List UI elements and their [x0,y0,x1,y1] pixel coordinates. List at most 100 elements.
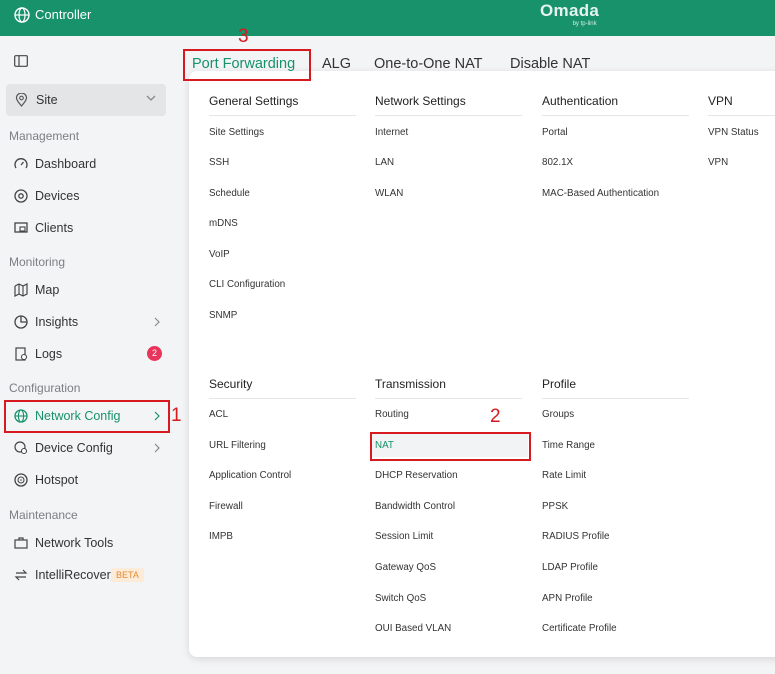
menu-link-apn-profile[interactable]: APN Profile [542,593,593,604]
logs-icon [15,347,28,361]
sidebar-item-label: Dashboard [35,157,97,171]
sidebar-item-label: Map [35,283,60,297]
logs-count-badge: 2 [147,346,162,361]
menu-heading-transmission: Transmission [375,377,446,391]
menu-link-mac-based-auth[interactable]: MAC-Based Authentication [542,188,659,199]
divider [542,115,689,116]
sidebar-item-dashboard[interactable]: Dashboard [6,150,166,178]
sidebar-item-label: Device Config [35,441,113,455]
menu-link-session-limit[interactable]: Session Limit [375,531,433,542]
divider [542,398,689,399]
menu-link-ssh[interactable]: SSH [209,157,229,168]
globe-icon [14,7,30,23]
menu-heading-network: Network Settings [375,94,466,108]
section-monitoring: Monitoring [9,255,66,269]
menu-link-dhcp-reservation[interactable]: DHCP Reservation [375,470,458,481]
brand-name: Omada [540,1,600,20]
sidebar-item-hotspot[interactable]: Hotspot [6,466,166,494]
location-pin-icon [15,93,28,107]
menu-link-gateway-qos[interactable]: Gateway QoS [375,562,436,573]
menu-link-impb[interactable]: IMPB [209,531,233,542]
menu-link-application-control[interactable]: Application Control [209,470,291,481]
highlight-port-forwarding [183,49,311,81]
sidebar-item-label: Hotspot [35,473,79,487]
menu-link-8021x[interactable]: 802.1X [542,157,573,168]
menu-link-internet[interactable]: Internet [375,127,408,138]
site-label: Site [36,93,58,107]
menu-link-lan[interactable]: LAN [375,157,394,168]
device-gear-icon [14,441,28,455]
app-title[interactable]: Controller [35,7,91,22]
menu-link-oui-based-vlan[interactable]: OUI Based VLAN [375,623,451,634]
menu-link-cli-configuration[interactable]: CLI Configuration [209,279,285,290]
highlight-network-config [4,400,170,433]
sidebar-collapse-icon[interactable] [14,55,28,67]
menu-heading-auth: Authentication [542,94,619,108]
divider [375,398,522,399]
menu-link-routing[interactable]: Routing [375,409,409,420]
site-selector[interactable]: Site [6,84,166,116]
devices-icon [14,189,28,203]
sidebar-item-label: Logs [35,347,63,361]
menu-link-ldap-profile[interactable]: LDAP Profile [542,562,598,573]
menu-link-url-filtering[interactable]: URL Filtering [209,440,266,451]
menu-link-mdns[interactable]: mDNS [209,218,238,229]
menu-link-certificate-profile[interactable]: Certificate Profile [542,623,617,634]
menu-link-switch-qos[interactable]: Switch QoS [375,593,426,604]
divider [375,115,522,116]
sidebar-item-clients[interactable]: Clients [6,214,166,242]
toolbox-icon [14,537,28,549]
highlight-nat [370,432,531,461]
network-config-menu: General Settings Network Settings Authen… [189,71,775,657]
menu-link-ppsk[interactable]: PPSK [542,501,568,512]
menu-heading-security: Security [209,377,253,391]
menu-link-voip[interactable]: VoIP [209,249,230,260]
chevron-down-icon [146,95,156,101]
sidebar-item-intellirecover[interactable]: IntelliRecover BETA [6,561,166,589]
chevron-right-icon [154,443,160,453]
menu-link-time-range[interactable]: Time Range [542,440,595,451]
menu-heading-vpn: VPN [708,94,733,108]
menu-link-portal[interactable]: Portal [542,127,568,138]
brand-sub: by tp-link [572,21,597,27]
sidebar-item-device-config[interactable]: Device Config [6,434,166,462]
menu-link-firewall[interactable]: Firewall [209,501,243,512]
menu-link-radius-profile[interactable]: RADIUS Profile [542,531,610,542]
sidebar-item-label: Clients [35,221,74,235]
recover-arrows-icon [14,569,28,581]
menu-link-vpn[interactable]: VPN [708,157,728,168]
brand-logo: Omada by tp-link [540,2,599,28]
menu-link-snmp[interactable]: SNMP [209,310,237,321]
tab-alg[interactable]: ALG [322,56,351,72]
section-maintenance: Maintenance [9,508,78,522]
sidebar-item-insights[interactable]: Insights [6,308,166,336]
menu-heading-general: General Settings [209,94,299,108]
sidebar-item-map[interactable]: Map [6,276,166,304]
sidebar-item-label: Network Tools [35,536,114,550]
section-management: Management [9,129,80,143]
menu-link-wlan[interactable]: WLAN [375,188,403,199]
menu-link-acl[interactable]: ACL [209,409,228,420]
tab-one-to-one-nat[interactable]: One-to-One NAT [374,56,483,72]
menu-link-schedule[interactable]: Schedule [209,188,250,199]
menu-link-rate-limit[interactable]: Rate Limit [542,470,586,481]
annotation-step-3: 3 [238,26,249,47]
chevron-right-icon [154,317,160,327]
menu-link-groups[interactable]: Groups [542,409,574,420]
tab-disable-nat[interactable]: Disable NAT [510,56,590,72]
top-bar: Controller Omada by tp-link [0,0,775,36]
menu-link-site-settings[interactable]: Site Settings [209,127,264,138]
annotation-step-2: 2 [490,406,501,427]
map-icon [14,283,28,297]
sidebar-item-devices[interactable]: Devices [6,182,166,210]
sidebar-item-logs[interactable]: Logs 2 [6,340,166,368]
section-configuration: Configuration [9,381,81,395]
menu-link-vpn-status[interactable]: VPN Status [708,127,759,138]
gauge-icon [14,158,28,169]
sidebar-item-label: Insights [35,315,79,329]
sidebar: Site Management Dashboard Devices Client… [0,36,174,674]
divider [708,115,775,116]
sidebar-item-network-tools[interactable]: Network Tools [6,529,166,557]
divider [209,398,356,399]
menu-link-bandwidth-control[interactable]: Bandwidth Control [375,501,455,512]
